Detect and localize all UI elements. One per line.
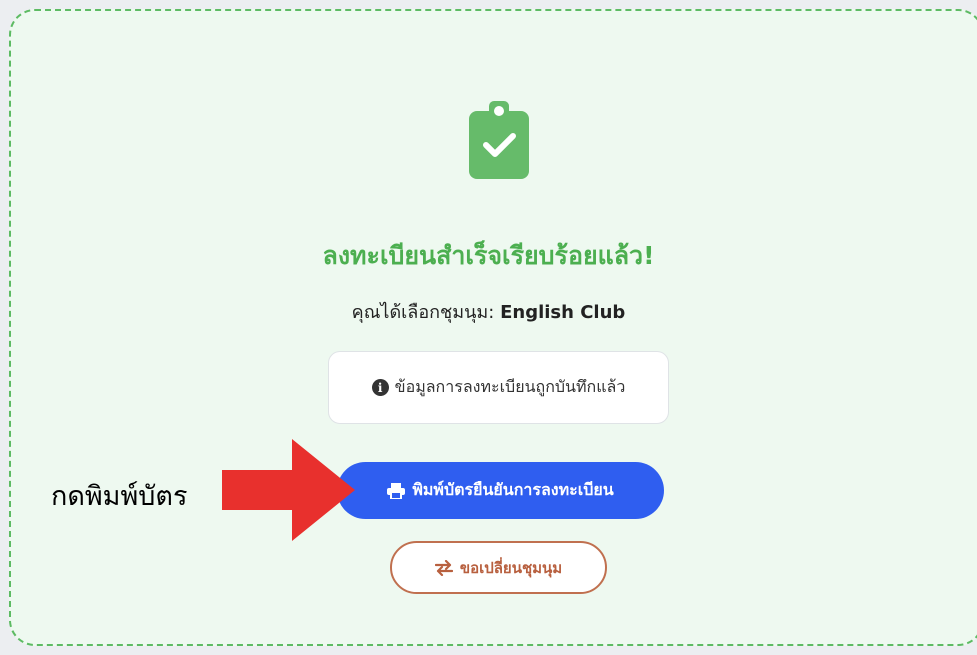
clipboard-check-icon [469, 101, 529, 179]
change-club-button[interactable]: ขอเปลี่ยนชุมนุม [390, 541, 607, 594]
change-button-label: ขอเปลี่ยนชุมนุม [459, 558, 563, 577]
selected-club-text: คุณได้เลือกชุมนุม: English Club [0, 297, 977, 326]
info-alert: i ข้อมูลการลงทะเบียนถูกบันทึกแล้ว [328, 351, 669, 424]
printer-icon [387, 482, 406, 499]
exchange-arrows-icon [434, 559, 453, 576]
annotation-label: กดพิมพ์บัตร [51, 481, 188, 512]
selected-club-prefix: คุณได้เลือกชุมนุม: [351, 302, 501, 323]
info-circle-icon: i [371, 379, 389, 396]
print-card-button[interactable]: พิมพ์บัตรยืนยันการลงทะเบียน [337, 462, 664, 519]
red-arrow-icon [222, 439, 355, 541]
info-text: ข้อมูลการลงทะเบียนถูกบันทึกแล้ว [394, 377, 626, 396]
selected-club-name: English Club [500, 302, 626, 323]
success-title: ลงทะเบียนสำเร็จเรียบร้อยแล้ว! [322, 241, 655, 270]
print-button-label: พิมพ์บัตรยืนยันการลงทะเบียน [412, 480, 614, 499]
